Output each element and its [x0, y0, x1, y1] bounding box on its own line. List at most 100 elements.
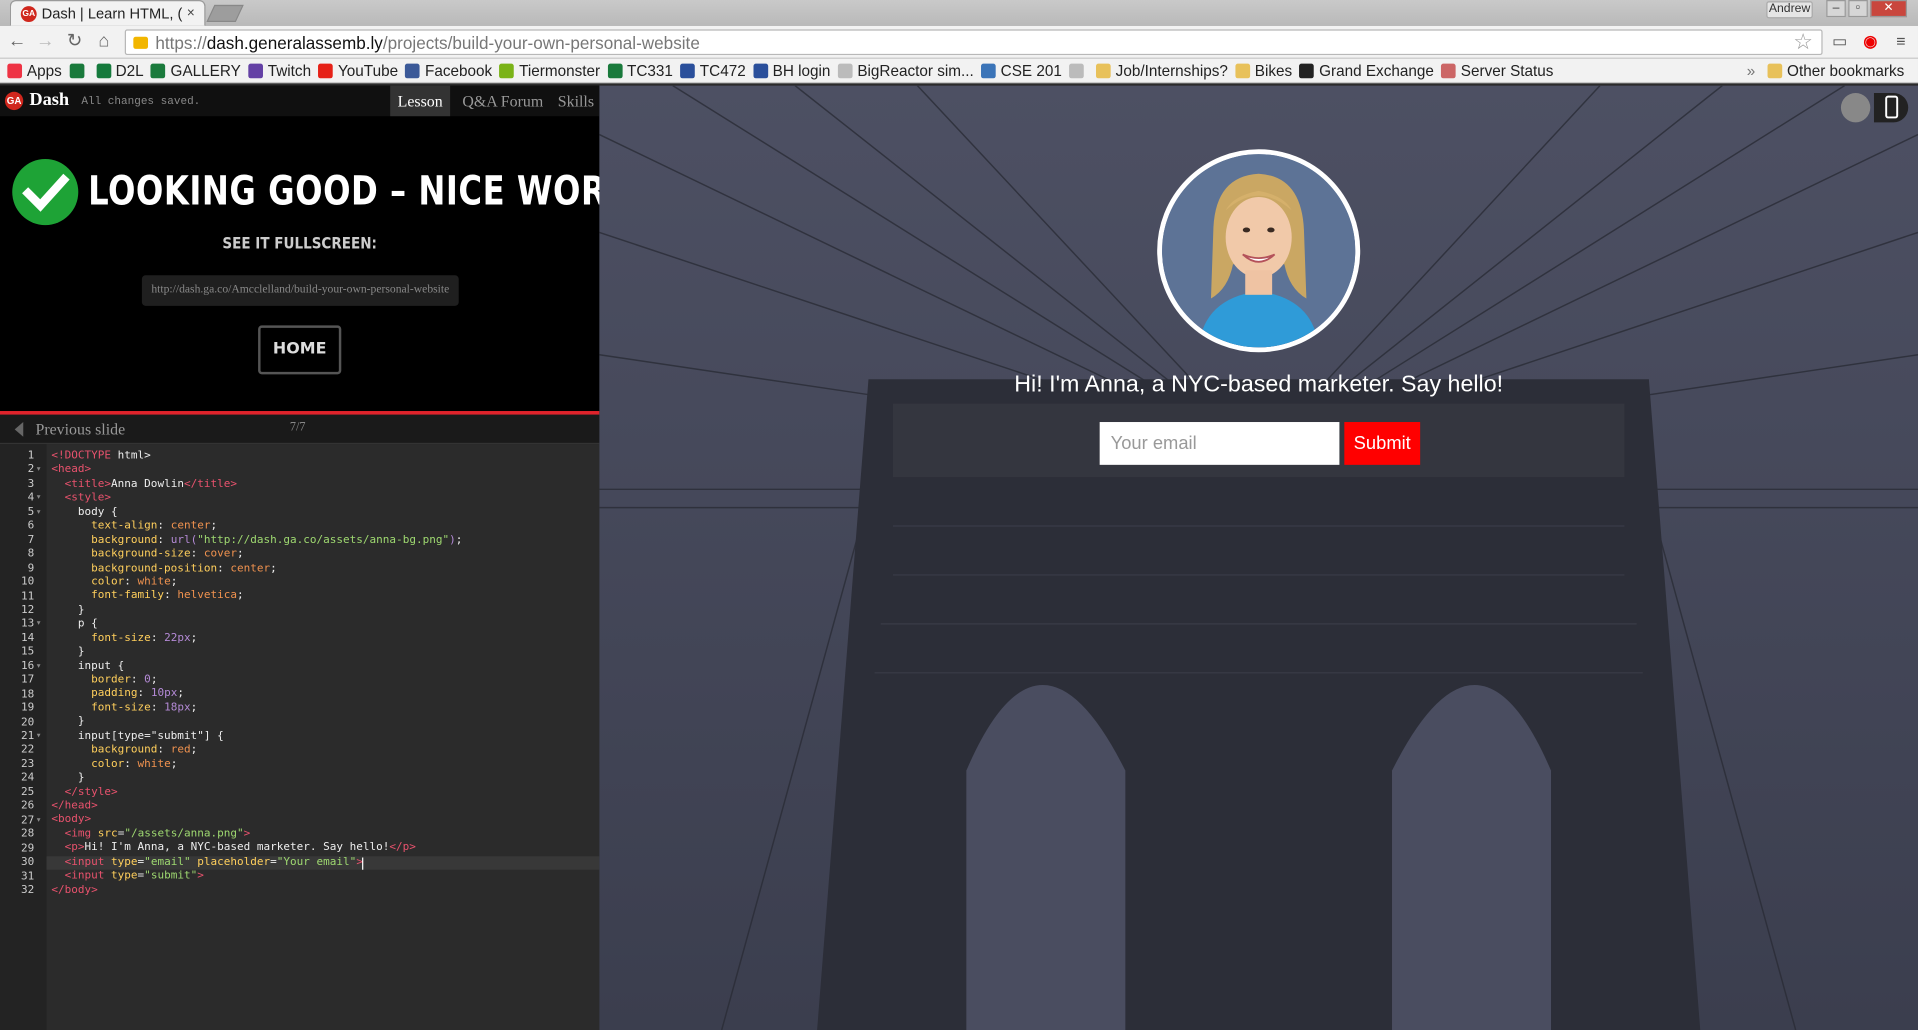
other-bookmarks[interactable]: Other bookmarks: [1787, 62, 1904, 79]
code-line[interactable]: }: [51, 772, 462, 786]
gallery-icon: [150, 62, 166, 78]
line-number: 23: [20, 758, 35, 771]
line-number: 4: [27, 492, 35, 505]
tab-skills[interactable]: Skills: [552, 86, 600, 117]
tab-close-icon[interactable]: ×: [182, 6, 199, 21]
code-line[interactable]: <p>Hi! I'm Anna, a NYC-based marketer. S…: [51, 842, 462, 856]
close-window-button[interactable]: ✕: [1870, 0, 1907, 18]
fold-arrow-icon[interactable]: ▾: [37, 464, 41, 478]
code-line[interactable]: color: white;: [51, 576, 462, 590]
code-line[interactable]: }: [51, 604, 462, 618]
tab-lesson[interactable]: Lesson: [390, 85, 451, 117]
fold-arrow-icon[interactable]: ▾: [37, 730, 41, 744]
restore-button[interactable]: ▫: [1848, 0, 1868, 18]
code-line[interactable]: }: [51, 646, 462, 660]
home-button[interactable]: HOME: [258, 325, 342, 375]
bookmark-item[interactable]: YouTube: [318, 62, 398, 79]
bookmark-label: TC331: [626, 61, 673, 79]
address-bar[interactable]: https:// dash.generalassemb.ly /projects…: [124, 29, 1823, 56]
code-line[interactable]: p {: [51, 618, 462, 632]
code-line[interactable]: background: url("http://dash.ga.co/asset…: [51, 534, 462, 548]
back-arrow-icon[interactable]: ←: [6, 31, 28, 53]
fold-arrow-icon[interactable]: ▾: [37, 618, 41, 632]
bookmark-item[interactable]: Bikes: [1235, 62, 1292, 79]
code-line[interactable]: font-family: helvetica;: [51, 590, 462, 604]
code-line[interactable]: <input type="email" placeholder="Your em…: [51, 856, 462, 870]
save-status: All changes saved.: [81, 94, 201, 108]
bookmark-item[interactable]: Apps: [7, 62, 62, 79]
bookmark-item[interactable]: Job/Internships?: [1096, 62, 1228, 79]
bookmark-item[interactable]: BigReactor sim...: [837, 62, 974, 79]
ga-logo-icon[interactable]: GA: [4, 91, 24, 111]
previous-slide-link[interactable]: Previous slide: [35, 420, 125, 440]
submit-button[interactable]: Submit: [1344, 422, 1421, 465]
code-line[interactable]: <!DOCTYPE html>: [51, 450, 462, 464]
code-line[interactable]: background: red;: [51, 744, 462, 758]
line-number: 30: [20, 856, 35, 869]
email-input[interactable]: [1099, 422, 1340, 465]
code-line[interactable]: }: [51, 716, 462, 730]
bookmark-item[interactable]: Facebook: [405, 62, 492, 79]
bookmark-item[interactable]: [69, 62, 89, 78]
code-line[interactable]: <head>: [51, 464, 462, 478]
fold-arrow-icon[interactable]: ▾: [37, 506, 41, 520]
dash-brand[interactable]: Dash: [29, 91, 69, 112]
fold-arrow-icon[interactable]: ▾: [37, 660, 41, 674]
reload-icon[interactable]: ↻: [64, 31, 86, 53]
code-line[interactable]: <title>Anna Dowlin</title>: [51, 478, 462, 492]
bookmark-item[interactable]: BH login: [753, 62, 830, 79]
home-icon[interactable]: ⌂: [93, 31, 115, 53]
bookmark-item[interactable]: Twitch: [248, 62, 311, 79]
prev-arrow-icon[interactable]: [14, 422, 24, 437]
code-line[interactable]: color: white;: [51, 758, 462, 772]
browser-tab[interactable]: GA Dash | Learn HTML, ( ×: [9, 0, 206, 26]
fullscreen-url-link[interactable]: http://dash.ga.co/Amcclelland/build-your…: [141, 275, 459, 306]
code-line[interactable]: <style>: [51, 492, 462, 506]
code-line[interactable]: </head>: [51, 800, 462, 814]
code-line[interactable]: body {: [51, 506, 462, 520]
minimize-button[interactable]: –: [1826, 0, 1846, 18]
line-number: 13: [20, 618, 35, 631]
fold-arrow-icon[interactable]: ▾: [37, 492, 41, 506]
tab-qa-forum[interactable]: Q&A Forum: [456, 86, 549, 117]
code-line[interactable]: input[type="submit"] {: [51, 730, 462, 744]
code-line[interactable]: </style>: [51, 786, 462, 800]
menu-icon[interactable]: ≡: [1891, 32, 1911, 52]
code-line[interactable]: background-size: cover;: [51, 548, 462, 562]
code-line[interactable]: border: 0;: [51, 674, 462, 688]
code-line[interactable]: input {: [51, 660, 462, 674]
code-line[interactable]: padding: 10px;: [51, 688, 462, 702]
code-line[interactable]: font-size: 18px;: [51, 702, 462, 716]
chevron-double-icon[interactable]: »: [1747, 62, 1756, 79]
mobile-view-icon[interactable]: [1873, 92, 1909, 123]
bookmark-item[interactable]: Server Status: [1441, 62, 1553, 79]
code-line[interactable]: <input type="submit">: [51, 870, 462, 884]
line-number: 19: [20, 702, 35, 715]
code-line[interactable]: font-size: 22px;: [51, 632, 462, 646]
bookmark-item[interactable]: D2L: [96, 62, 144, 79]
bookmark-item[interactable]: TC331: [607, 61, 673, 79]
code-line[interactable]: <img src="/assets/anna.png">: [51, 828, 462, 842]
cast-icon[interactable]: ▭: [1830, 32, 1850, 52]
bookmark-item[interactable]: GALLERY: [150, 62, 241, 79]
bookmark-item[interactable]: Grand Exchange: [1299, 62, 1434, 79]
desktop-view-toggle[interactable]: [1840, 92, 1871, 123]
profile-button[interactable]: Andrew: [1766, 1, 1813, 19]
adblock-icon[interactable]: ◉: [1861, 32, 1881, 52]
bookmark-item[interactable]: TC472: [680, 62, 746, 79]
code-line[interactable]: text-align: center;: [51, 520, 462, 534]
bookmark-item[interactable]: Tiermonster: [499, 62, 600, 79]
forward-arrow-icon[interactable]: →: [34, 31, 56, 53]
bookmarks-overflow[interactable]: » Other bookmarks: [1747, 59, 1905, 83]
bookmark-star-icon[interactable]: ☆: [1793, 29, 1813, 55]
line-number: 25: [20, 786, 35, 799]
code-line[interactable]: <body>: [51, 814, 462, 828]
code-content[interactable]: <!DOCTYPE html> <head> <title>Anna Dowlin…: [51, 450, 462, 898]
bookmark-label: YouTube: [338, 61, 399, 79]
fold-arrow-icon[interactable]: ▾: [37, 814, 41, 828]
bookmark-item[interactable]: [1069, 62, 1089, 78]
spartan-icon: [607, 62, 623, 78]
code-line[interactable]: background-position: center;: [51, 562, 462, 576]
bookmark-item[interactable]: CSE 201: [981, 62, 1062, 79]
code-line[interactable]: </body>: [51, 884, 462, 898]
